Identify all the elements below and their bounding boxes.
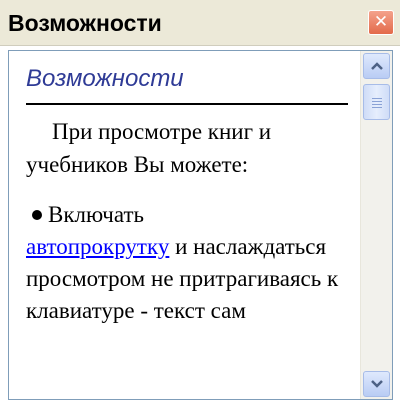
- scroll-up-button[interactable]: [363, 53, 390, 79]
- title-bar[interactable]: Возможности ✕: [0, 0, 400, 46]
- arrow-up-icon: [370, 62, 383, 70]
- scroll-thumb[interactable]: [363, 84, 390, 120]
- bullet-text-start: Включать: [48, 202, 145, 227]
- content-frame: Возможности При просмотре книг и учебник…: [8, 50, 393, 400]
- vertical-scrollbar[interactable]: [360, 51, 392, 399]
- content-area: Возможности При просмотре книг и учебник…: [9, 51, 359, 399]
- window-title: Возможности: [8, 10, 162, 36]
- autoscroll-link[interactable]: автопрокрутку: [26, 234, 169, 259]
- heading-divider: [26, 103, 348, 105]
- arrow-down-icon: [370, 380, 383, 388]
- scroll-down-button[interactable]: [363, 371, 390, 397]
- help-window: Возможности ✕ Возможности При просмотре …: [0, 0, 400, 403]
- intro-paragraph: При просмотре книг и учебников Вы можете…: [26, 119, 272, 177]
- section-heading: Возможности: [26, 65, 184, 92]
- close-icon: ✕: [373, 12, 389, 32]
- bullet-item: Включать автопрокрутку и наслаждаться пр…: [26, 199, 351, 327]
- close-button[interactable]: ✕: [368, 10, 394, 35]
- bullet-icon: [32, 210, 42, 221]
